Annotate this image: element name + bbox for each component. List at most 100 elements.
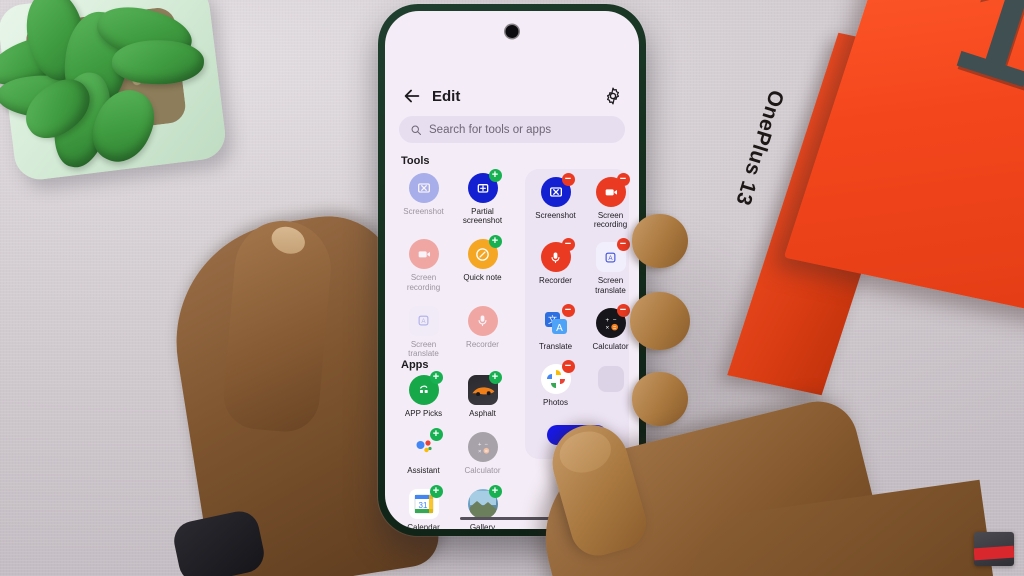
selected-label: Recorder	[539, 276, 572, 286]
punch-hole-camera-icon	[505, 25, 519, 38]
remove-badge-icon[interactable]: −	[561, 173, 575, 186]
succulent-plant	[0, 0, 228, 183]
selected-item-calculator[interactable]: + − × = − Calculator	[584, 303, 637, 351]
add-badge-icon[interactable]: +	[488, 235, 502, 249]
plant-leaf	[111, 39, 205, 86]
add-badge-icon[interactable]: +	[429, 371, 443, 384]
left-thumb	[220, 216, 335, 435]
remove-badge-icon[interactable]: −	[616, 238, 630, 252]
add-badge-icon[interactable]: +	[429, 485, 443, 499]
page-title: Edit	[432, 87, 461, 105]
svg-text:+: +	[605, 317, 609, 324]
icon-wrapper	[408, 239, 439, 270]
selected-item-screenshot[interactable]: − Screenshot	[529, 173, 582, 229]
right-hand-finger	[632, 372, 688, 426]
icon-wrapper: −	[540, 173, 575, 207]
remove-badge-icon[interactable]: −	[616, 303, 630, 317]
screen-recording-icon	[408, 239, 439, 270]
gear-icon[interactable]	[603, 86, 623, 106]
svg-text:31: 31	[418, 501, 427, 510]
tools-available-grid: Screenshot + Partial screenshot Screen r…	[397, 169, 509, 358]
app-item-assistant[interactable]: + Assistant	[397, 428, 450, 475]
tool-item-screen-recording[interactable]: Screen recording	[397, 239, 450, 292]
app-item-app-picks[interactable]: + APP Picks	[397, 371, 450, 418]
channel-thumbnail-watermark	[974, 532, 1014, 566]
icon-wrapper: + − × = −	[595, 303, 630, 338]
svg-text:×: ×	[477, 449, 480, 455]
svg-text:−: −	[484, 442, 488, 448]
selected-label: Translate	[538, 341, 573, 351]
tool-item-partial-screenshot[interactable]: + Partial screenshot	[456, 169, 509, 225]
app-item-asphalt[interactable]: + Asphalt	[456, 371, 509, 418]
icon-wrapper: A	[408, 305, 439, 336]
section-title-tools: Tools	[401, 155, 430, 167]
tool-item-quick-note[interactable]: + Quick note	[456, 235, 509, 291]
add-badge-icon[interactable]: +	[429, 428, 443, 442]
add-badge-icon[interactable]: +	[488, 485, 502, 499]
icon-wrapper: +	[409, 428, 443, 462]
app-item-calculator[interactable]: + − × = Calculator	[456, 432, 509, 475]
search-input[interactable]: Search for tools or apps	[429, 124, 551, 136]
selected-item-screen-recording[interactable]: − Screen recording	[584, 173, 637, 230]
icon-wrapper: −	[595, 173, 630, 207]
selected-empty-slot[interactable]	[584, 364, 637, 407]
watermark-band	[974, 545, 1014, 561]
svg-text:A: A	[608, 255, 613, 262]
scene: 13 OnePlus 13 Edit Search for tools or a…	[0, 0, 1024, 576]
selected-label: Screen recording	[593, 211, 628, 230]
selected-item-recorder[interactable]: − Recorder	[529, 238, 582, 294]
right-hand-finger	[630, 292, 690, 350]
screen-translate-icon: A	[408, 305, 439, 336]
remove-badge-icon[interactable]: −	[616, 173, 630, 186]
selected-item-translate[interactable]: 文A − Translate	[529, 303, 582, 351]
icon-wrapper	[467, 305, 498, 336]
selected-items-panel: − Screenshot − Screen recording − Record…	[525, 169, 630, 459]
tool-item-screenshot[interactable]: Screenshot	[397, 173, 450, 225]
icon-wrapper: +	[467, 235, 502, 270]
app-label: Calculator	[464, 466, 501, 476]
remove-badge-icon[interactable]: −	[561, 238, 575, 252]
icon-wrapper: 文A −	[541, 303, 575, 338]
icon-wrapper: +	[467, 169, 502, 203]
app-item-gallery[interactable]: + Gallery	[456, 485, 509, 529]
svg-text:=: =	[613, 325, 616, 331]
selected-grid: − Screenshot − Screen recording − Record…	[529, 173, 630, 407]
tool-label: Screen recording	[406, 273, 441, 292]
empty-slot-placeholder	[597, 365, 624, 392]
apps-available-grid: + APP Picks + Asphalt + Assistant + − × …	[397, 371, 509, 529]
add-badge-icon[interactable]: +	[488, 169, 502, 182]
tool-label: Screenshot	[403, 207, 444, 216]
app-item-calendar[interactable]: 31 + Calendar	[397, 485, 450, 529]
app-label: Asphalt	[469, 409, 496, 418]
recorder-mic-icon	[467, 305, 498, 336]
remove-badge-icon[interactable]: −	[561, 303, 575, 317]
thumb-nail	[267, 222, 309, 259]
search-icon	[411, 125, 421, 135]
tool-item-screen-translate[interactable]: A Screen translate	[397, 305, 450, 358]
app-label: APP Picks	[404, 409, 443, 418]
icon-wrapper: +	[467, 371, 502, 405]
tool-item-recorder[interactable]: Recorder	[456, 305, 509, 358]
remove-badge-icon[interactable]: −	[561, 359, 575, 373]
icon-wrapper	[408, 173, 439, 203]
icon-wrapper: 31 +	[408, 485, 443, 520]
calculator-icon: + − × =	[467, 432, 498, 463]
selected-item-screen-translate[interactable]: A − Screen translate	[584, 238, 637, 295]
section-title-apps: Apps	[401, 359, 429, 371]
tool-label: Quick note	[463, 273, 502, 283]
back-arrow-icon[interactable]	[401, 85, 423, 107]
selected-label: Photos	[543, 397, 568, 407]
add-badge-icon[interactable]: +	[488, 371, 502, 384]
icon-wrapper: +	[408, 371, 443, 405]
oneplus-box: 13 OnePlus 13	[727, 0, 1024, 396]
svg-text:A: A	[421, 318, 426, 325]
icon-wrapper: +	[467, 485, 502, 520]
screenshot-icon	[408, 173, 439, 203]
svg-text:A: A	[556, 323, 563, 334]
app-header: Edit	[385, 81, 639, 111]
tool-label: Screen translate	[408, 339, 439, 358]
selected-item-photos[interactable]: − Photos	[529, 359, 582, 407]
search-bar[interactable]: Search for tools or apps	[399, 116, 625, 143]
icon-wrapper: A −	[595, 238, 630, 273]
icon-wrapper: −	[540, 359, 575, 394]
